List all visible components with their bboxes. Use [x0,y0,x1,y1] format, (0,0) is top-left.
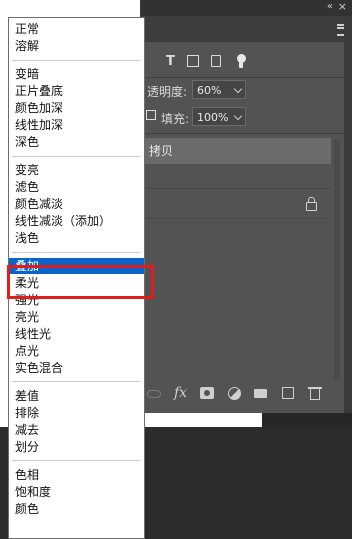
menu-separator [12,251,140,253]
smart-object-filter-icon[interactable] [211,55,221,67]
panel-tab-bar [141,16,352,42]
blend-mode-item[interactable]: 颜色减淡 [9,196,144,212]
filter-toggle-stem [239,62,243,68]
opacity-label: 透明度: [147,85,188,99]
layer-name: 拷贝 [149,144,174,158]
add-mask-icon[interactable] [200,387,214,399]
blend-mode-item[interactable]: 正片叠底 [9,83,144,99]
menu-separator [12,381,140,383]
annotation-highlight-box [7,265,154,299]
lock-icon[interactable] [306,197,317,211]
blend-mode-item[interactable]: 颜色加深 [9,100,144,116]
divider [141,218,331,219]
blend-mode-item[interactable]: 点光 [9,343,144,359]
fill-label: 填充: [161,112,190,126]
blend-mode-item[interactable]: 变暗 [9,66,144,82]
menu-separator [12,59,140,61]
panel-edge [344,16,352,413]
new-layer-icon[interactable] [282,387,294,399]
blend-mode-item[interactable]: 饱和度 [9,484,144,500]
divider [141,133,352,134]
menu-separator [12,460,140,462]
close-panel-icon[interactable]: × [338,0,347,13]
divider [141,77,352,78]
blend-mode-item[interactable]: 实色混合 [9,360,144,376]
blend-mode-item[interactable]: 正常 [9,21,144,37]
opacity-field[interactable]: 60% [192,80,233,99]
new-group-icon[interactable] [254,389,267,398]
blend-mode-item[interactable]: 深色 [9,134,144,150]
menu-separator [12,155,140,157]
layers-bottom-toolbar: fx [141,380,331,408]
blend-mode-item[interactable]: 线性减淡（添加） [9,213,144,229]
layers-scrollbar[interactable] [334,140,340,380]
type-filter-icon[interactable]: T [166,54,175,69]
layer-row-selected[interactable]: 拷贝 [141,138,331,164]
blend-mode-item[interactable]: 亮光 [9,309,144,325]
link-layers-icon[interactable] [147,390,161,398]
blend-mode-item[interactable]: 滤色 [9,179,144,195]
blend-mode-item[interactable]: 变亮 [9,162,144,178]
fill-field[interactable]: 100% [192,107,233,126]
panel-title-bar[interactable]: « × [141,0,352,16]
blend-mode-item[interactable]: 线性加深 [9,117,144,133]
delete-layer-icon[interactable] [308,387,322,400]
fill-row: 填充: 100% [141,107,352,129]
blend-mode-item[interactable]: 颜色 [9,501,144,517]
blend-mode-item[interactable]: 减去 [9,422,144,438]
shape-filter-icon[interactable] [187,55,199,67]
collapse-panel-icon[interactable]: « [327,1,333,12]
fx-icon[interactable]: fx [174,385,187,401]
fill-dropdown-icon[interactable] [232,107,246,126]
blend-mode-item[interactable]: 排除 [9,405,144,421]
blend-mode-item[interactable]: 浅色 [9,230,144,246]
lock-position-icon[interactable] [146,110,156,120]
blend-mode-item[interactable]: 划分 [9,439,144,455]
blend-mode-item[interactable]: 差值 [9,388,144,404]
opacity-row: 透明度: 60% [141,80,352,102]
layers-panel: « × T 透明度: 60% 填充: 100% 拷贝 fx [140,0,352,413]
blend-mode-item[interactable]: 线性光 [9,326,144,342]
adjustment-icon[interactable] [228,387,241,400]
blend-mode-item[interactable]: 色相 [9,467,144,483]
opacity-dropdown-icon[interactable] [232,80,246,99]
layer-filter-row: T [141,48,352,76]
divider [141,188,331,189]
blend-mode-item[interactable]: 溶解 [9,38,144,54]
